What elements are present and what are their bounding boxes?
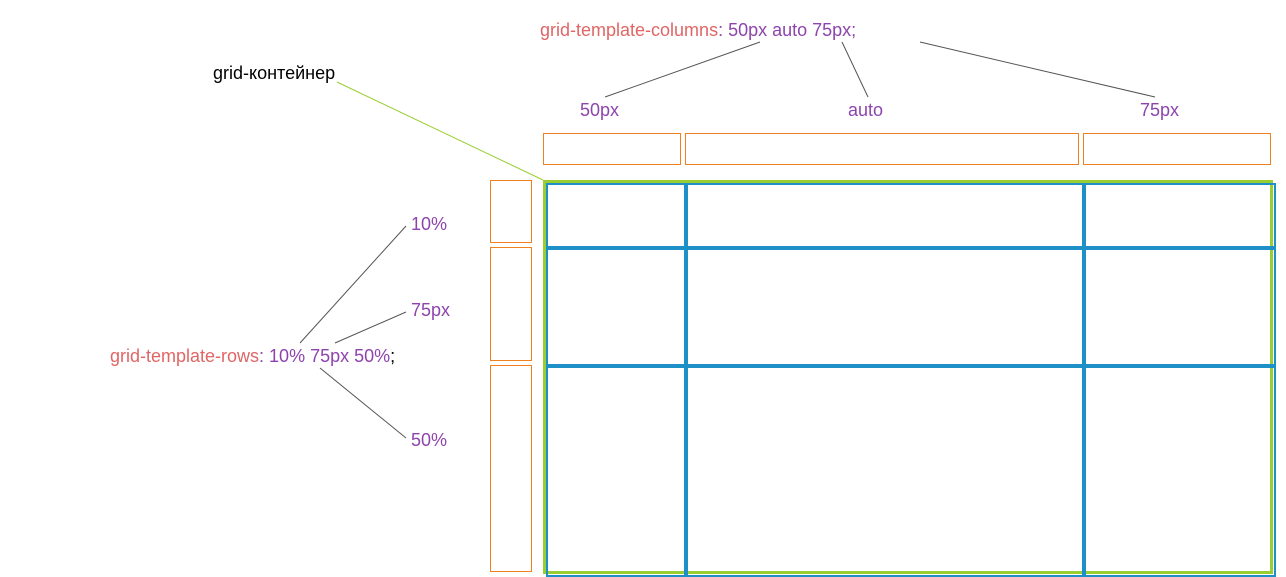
grid-cell xyxy=(546,183,686,248)
column-value-2: auto xyxy=(848,100,883,121)
column-track-indicator-1 xyxy=(543,133,681,165)
rows-property-values: : 10% 75px 50% xyxy=(259,346,390,366)
grid-cell xyxy=(1084,183,1276,248)
column-value-1: 50px xyxy=(580,100,619,121)
columns-property-name: grid-template-columns xyxy=(540,20,718,40)
rows-property-name: grid-template-rows xyxy=(110,346,259,366)
grid-template-rows-declaration: grid-template-rows: 10% 75px 50%; xyxy=(110,346,395,367)
grid-template-columns-declaration: grid-template-columns: 50px auto 75px; xyxy=(540,20,856,41)
column-track-indicator-2 xyxy=(685,133,1079,165)
rows-semicolon: ; xyxy=(390,346,395,366)
row-value-2: 75px xyxy=(411,300,450,321)
grid-cell xyxy=(546,248,686,366)
column-value-3: 75px xyxy=(1140,100,1179,121)
grid-cell xyxy=(546,366,686,577)
grid-cell xyxy=(686,183,1084,248)
grid-container xyxy=(543,180,1273,574)
columns-property-values: : 50px auto 75px; xyxy=(718,20,856,40)
row-track-indicator-3 xyxy=(490,365,532,572)
grid-cell xyxy=(686,248,1084,366)
row-value-1: 10% xyxy=(411,214,447,235)
grid-cell xyxy=(1084,366,1276,577)
grid-container-label: grid-контейнер xyxy=(213,63,335,84)
column-track-indicator-3 xyxy=(1083,133,1271,165)
row-value-3: 50% xyxy=(411,430,447,451)
row-track-indicator-1 xyxy=(490,180,532,243)
row-track-indicator-2 xyxy=(490,247,532,361)
grid-cell xyxy=(1084,248,1276,366)
grid-cell xyxy=(686,366,1084,577)
